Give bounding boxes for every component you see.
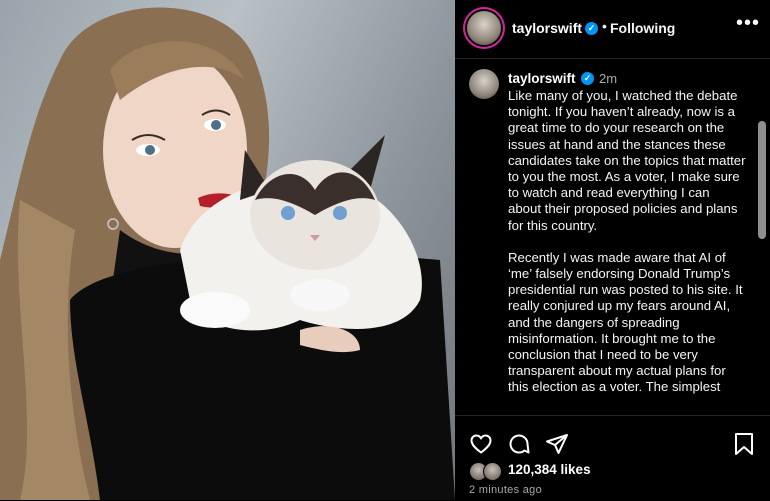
separator-dot: • (602, 18, 607, 34)
following-button[interactable]: Following (610, 20, 675, 36)
verified-badge-icon: ✓ (585, 22, 598, 35)
caption-timestamp[interactable]: 2m (599, 71, 617, 86)
comment-icon[interactable] (507, 432, 531, 456)
post-side-panel: taylorswift ✓ • Following ••• taylorswif… (455, 0, 770, 500)
scrollbar-thumb[interactable] (758, 121, 766, 239)
heart-icon[interactable] (469, 432, 493, 456)
post-actions-bar: 120,384 likes 2 minutes ago (455, 415, 770, 501)
caption-paragraph: Recently I was made aware that AI of ‘me… (508, 249, 743, 395)
caption-paragraph: Like many of you, I watched the debate t… (508, 88, 746, 233)
likes-count[interactable]: 120,384 likes (508, 462, 591, 477)
portrait-with-cat-illustration (0, 7, 455, 500)
more-options-icon[interactable]: ••• (736, 12, 760, 35)
post-timestamp: 2 minutes ago (469, 484, 542, 496)
caption-author-avatar[interactable] (469, 69, 499, 99)
post-header: taylorswift ✓ • Following ••• (455, 0, 770, 59)
post-image[interactable] (0, 0, 455, 500)
caption-area[interactable]: taylorswift ✓ 2m Like many of you, I wat… (455, 59, 770, 415)
author-username[interactable]: taylorswift (512, 20, 582, 36)
caption-text: Like many of you, I watched the debate t… (508, 88, 746, 396)
instagram-post-view: taylorswift ✓ • Following ••• taylorswif… (0, 0, 770, 500)
share-icon[interactable] (545, 432, 569, 456)
bookmark-icon[interactable] (733, 432, 755, 456)
caption-username[interactable]: taylorswift (508, 71, 576, 86)
verified-badge-icon: ✓ (581, 72, 594, 85)
author-avatar[interactable] (467, 11, 501, 45)
liker-avatar[interactable] (483, 462, 502, 481)
